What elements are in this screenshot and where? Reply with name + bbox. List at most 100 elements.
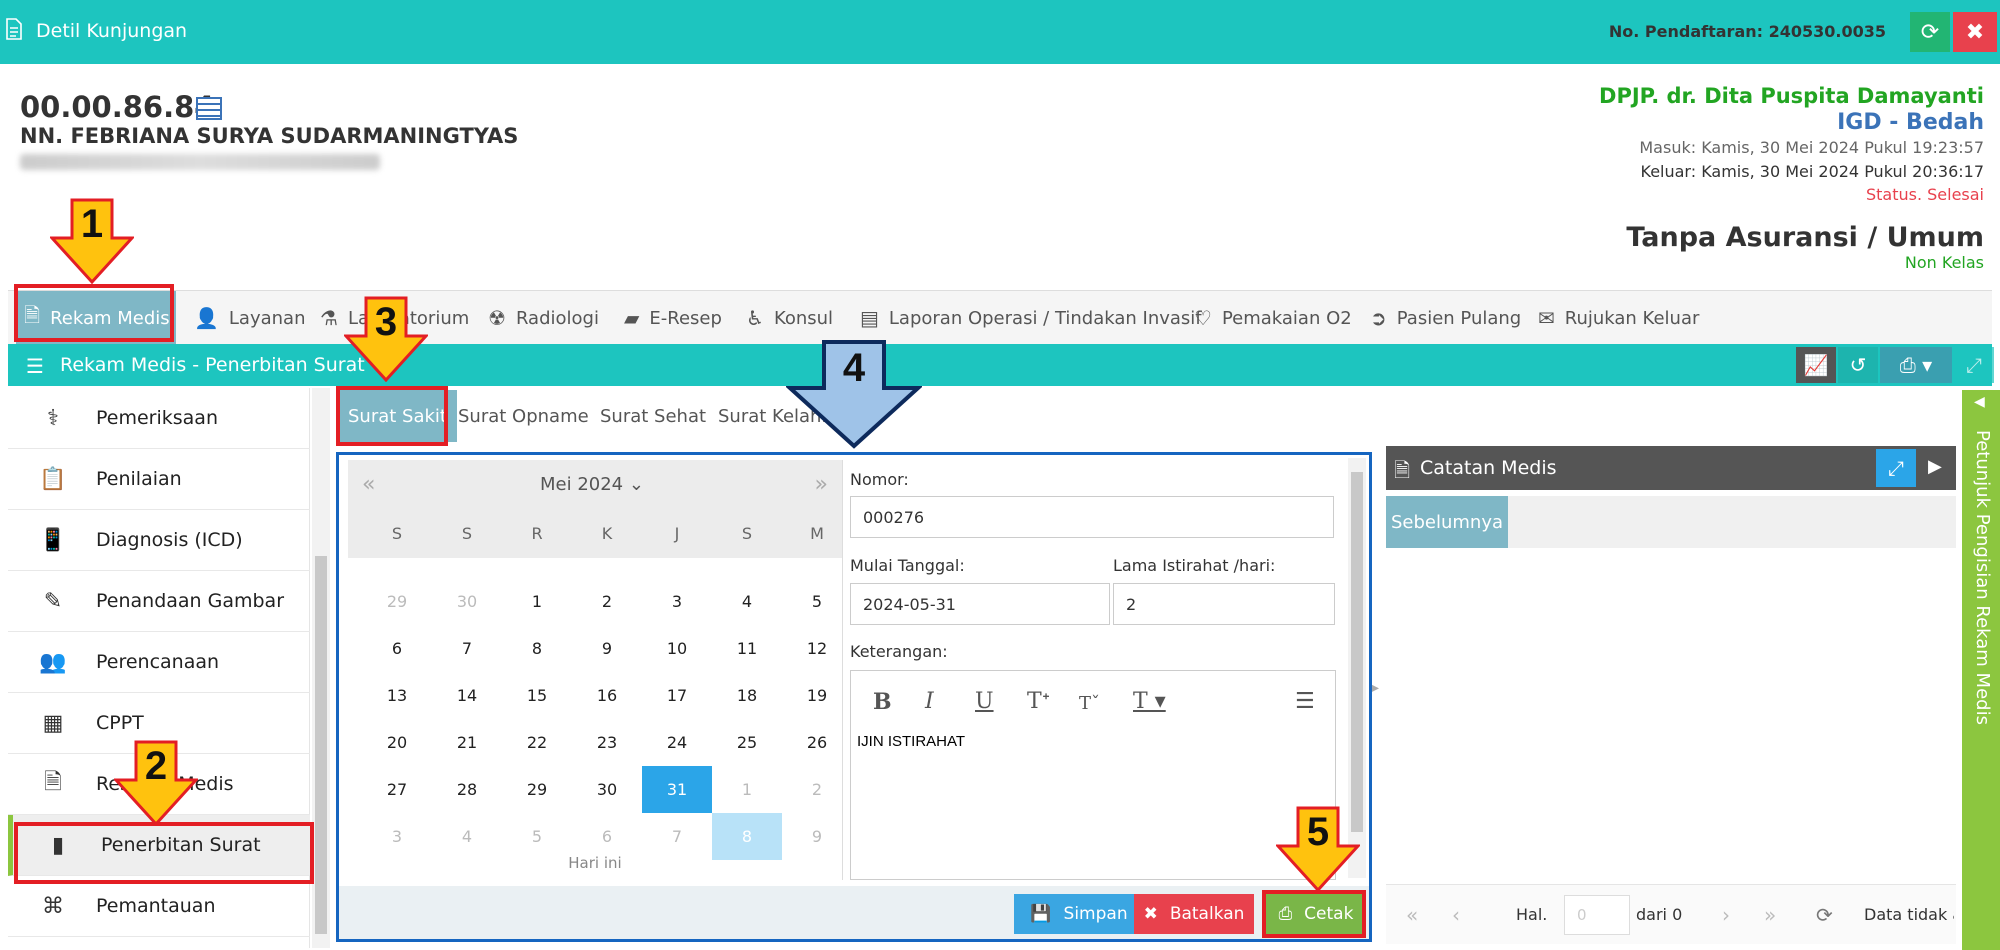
today-button[interactable]: Hari ini xyxy=(348,854,842,872)
subscript-button[interactable]: Tˇ xyxy=(1079,693,1100,714)
batalkan-button[interactable]: ✖ Batalkan xyxy=(1134,894,1254,934)
tab-konsul[interactable]: ♿ Konsul xyxy=(738,291,841,345)
keterangan-editor[interactable]: B I U Tᐩ Tˇ T ▾ ☰ IJIN ISTIRAHAT xyxy=(850,670,1336,880)
tab-laporan-operasi[interactable]: ▤ Laporan Operasi / Tindakan Invasif xyxy=(852,291,1210,345)
next-page-button[interactable]: › xyxy=(1722,903,1730,927)
calendar-month[interactable]: Mei 2024 ⌄ xyxy=(540,474,644,495)
tab-radiologi[interactable]: ☢ Radiologi xyxy=(480,291,607,345)
nomor-input[interactable]: 000276 xyxy=(850,496,1334,538)
collapse-panel-icon[interactable]: ▶ xyxy=(1928,456,1942,477)
calendar-day[interactable]: 22 xyxy=(502,719,572,766)
tab-e-resep[interactable]: ▰ E-Resep xyxy=(616,291,730,345)
calendar-day[interactable]: 30 xyxy=(432,578,502,625)
mulai-tanggal-input[interactable]: 2024-05-31 xyxy=(850,583,1110,625)
tab-pemakaian-o2[interactable]: ♡ Pemakaian O2 xyxy=(1186,291,1360,345)
calendar-day[interactable]: 6 xyxy=(572,813,642,860)
tab-surat-opname[interactable]: Surat Opname xyxy=(448,390,599,442)
keterangan-text[interactable]: IJIN ISTIRAHAT xyxy=(857,733,965,750)
close-button[interactable]: ✖ xyxy=(1953,12,1997,52)
calendar-day[interactable]: 10 xyxy=(642,625,712,672)
tab-sebelumnya[interactable]: Sebelumnya xyxy=(1386,496,1508,548)
text-color-button[interactable]: T ▾ xyxy=(1133,689,1166,714)
tab-layanan[interactable]: 👤 Layanan xyxy=(186,291,314,345)
guide-sidebar[interactable]: ◀ Petunjuk Pengisian Rekam Medis xyxy=(1962,390,2000,950)
history-button[interactable]: ↺ xyxy=(1838,347,1878,383)
superscript-button[interactable]: Tᐩ xyxy=(1027,689,1050,714)
lama-istirahat-label: Lama Istirahat /hari: xyxy=(1113,556,1276,575)
calendar-day[interactable]: 13 xyxy=(362,672,432,719)
print-menu-button[interactable]: ⎙ ▾ xyxy=(1880,347,1952,383)
calendar-day[interactable]: 14 xyxy=(432,672,502,719)
scrollbar-thumb[interactable] xyxy=(315,556,327,934)
calendar-day[interactable]: 11 xyxy=(712,625,782,672)
calendar-day[interactable]: 29 xyxy=(362,578,432,625)
sidebar-item-pemeriksaan[interactable]: ⚕ Pemeriksaan xyxy=(8,388,310,449)
page-input[interactable]: 0 xyxy=(1564,895,1630,935)
weekday-label: R xyxy=(531,524,543,543)
calendar-day[interactable]: 3 xyxy=(362,813,432,860)
calendar-day[interactable]: 3 xyxy=(642,578,712,625)
calendar-day[interactable]: 18 xyxy=(712,672,782,719)
scrollbar-thumb[interactable] xyxy=(1351,472,1363,832)
panel-splitter-icon[interactable]: ▸ xyxy=(1372,680,1384,710)
underline-button[interactable]: U xyxy=(975,689,994,714)
simpan-button[interactable]: 💾 Simpan xyxy=(1014,894,1144,934)
lama-istirahat-input[interactable]: 2 xyxy=(1113,583,1335,625)
calendar-day[interactable]: 1 xyxy=(502,578,572,625)
calendar-day[interactable]: 20 xyxy=(362,719,432,766)
plan-icon: 👥 xyxy=(39,649,67,675)
calendar-day[interactable]: 9 xyxy=(572,625,642,672)
tab-rujukan-keluar[interactable]: ✉ Rujukan Keluar xyxy=(1530,291,1707,345)
sidebar-item-perencanaan[interactable]: 👥 Perencanaan xyxy=(8,632,310,693)
bold-button[interactable]: B xyxy=(873,689,892,715)
last-page-button[interactable]: » xyxy=(1764,903,1776,927)
expand-panel-button[interactable]: ⤢ xyxy=(1876,449,1916,487)
calendar-day[interactable]: 21 xyxy=(432,719,502,766)
refresh-button[interactable]: ⟳ xyxy=(1910,12,1950,52)
calendar-day[interactable]: 27 xyxy=(362,766,432,813)
sidebar-item-penandaan-gambar[interactable]: ✎ Penandaan Gambar xyxy=(8,571,310,632)
calendar-day[interactable]: 1 xyxy=(712,766,782,813)
expand-button[interactable]: ⤢ xyxy=(1954,347,1994,383)
tab-pasien-pulang[interactable]: ➲ Pasien Pulang xyxy=(1362,291,1529,345)
sidebar-item-pemantauan[interactable]: ⌘ Pemantauan xyxy=(8,876,310,937)
first-page-button[interactable]: « xyxy=(1406,903,1418,927)
calendar-day[interactable]: 30 xyxy=(572,766,642,813)
document-icon: 🗎 xyxy=(1394,458,1411,482)
registration-number: No. Pendaftaran: 240530.0035 xyxy=(1608,22,1886,41)
calendar-day[interactable]: 29 xyxy=(502,766,572,813)
calendar-day[interactable]: 25 xyxy=(712,719,782,766)
calendar-day[interactable]: 28 xyxy=(432,766,502,813)
calendar-day[interactable]: 8 xyxy=(502,625,572,672)
calendar-day[interactable]: 6 xyxy=(362,625,432,672)
calendar-day[interactable]: 23 xyxy=(572,719,642,766)
reload-button[interactable]: ⟳ xyxy=(1816,903,1833,927)
calendar-day[interactable]: 5 xyxy=(502,813,572,860)
calendar-day[interactable]: 24 xyxy=(642,719,712,766)
section-title: Rekam Medis - Penerbitan Surat xyxy=(60,354,365,376)
sidebar-item-diagnosis[interactable]: 📱 Diagnosis (ICD) xyxy=(8,510,310,571)
next-month-button[interactable]: » xyxy=(815,472,828,497)
calendar-day[interactable]: 7 xyxy=(642,813,712,860)
chart-button[interactable]: 📈 xyxy=(1796,347,1836,383)
calendar-day[interactable]: 8 xyxy=(712,813,782,860)
sidebar-scrollbar[interactable] xyxy=(312,388,330,948)
calendar-day[interactable]: 4 xyxy=(432,813,502,860)
document-icon xyxy=(6,18,22,40)
calendar-day[interactable]: 2 xyxy=(572,578,642,625)
prev-month-button[interactable]: « xyxy=(362,472,375,497)
insurance-class: Non Kelas xyxy=(1904,253,1984,272)
calendar-day[interactable]: 4 xyxy=(712,578,782,625)
calendar-day[interactable]: 7 xyxy=(432,625,502,672)
italic-button[interactable]: I xyxy=(925,689,934,714)
sidebar-item-penilaian[interactable]: 📋 Penilaian xyxy=(8,449,310,510)
tab-surat-sehat[interactable]: Surat Sehat xyxy=(590,390,716,442)
calendar-day[interactable]: 17 xyxy=(642,672,712,719)
menu-icon[interactable]: ☰ xyxy=(26,354,44,378)
prev-page-button[interactable]: ‹ xyxy=(1452,903,1460,927)
calendar-day[interactable]: 31 xyxy=(642,766,712,813)
align-icon[interactable]: ☰ xyxy=(1295,689,1315,714)
list-icon[interactable] xyxy=(196,97,222,120)
calendar-day[interactable]: 16 xyxy=(572,672,642,719)
calendar-day[interactable]: 15 xyxy=(502,672,572,719)
